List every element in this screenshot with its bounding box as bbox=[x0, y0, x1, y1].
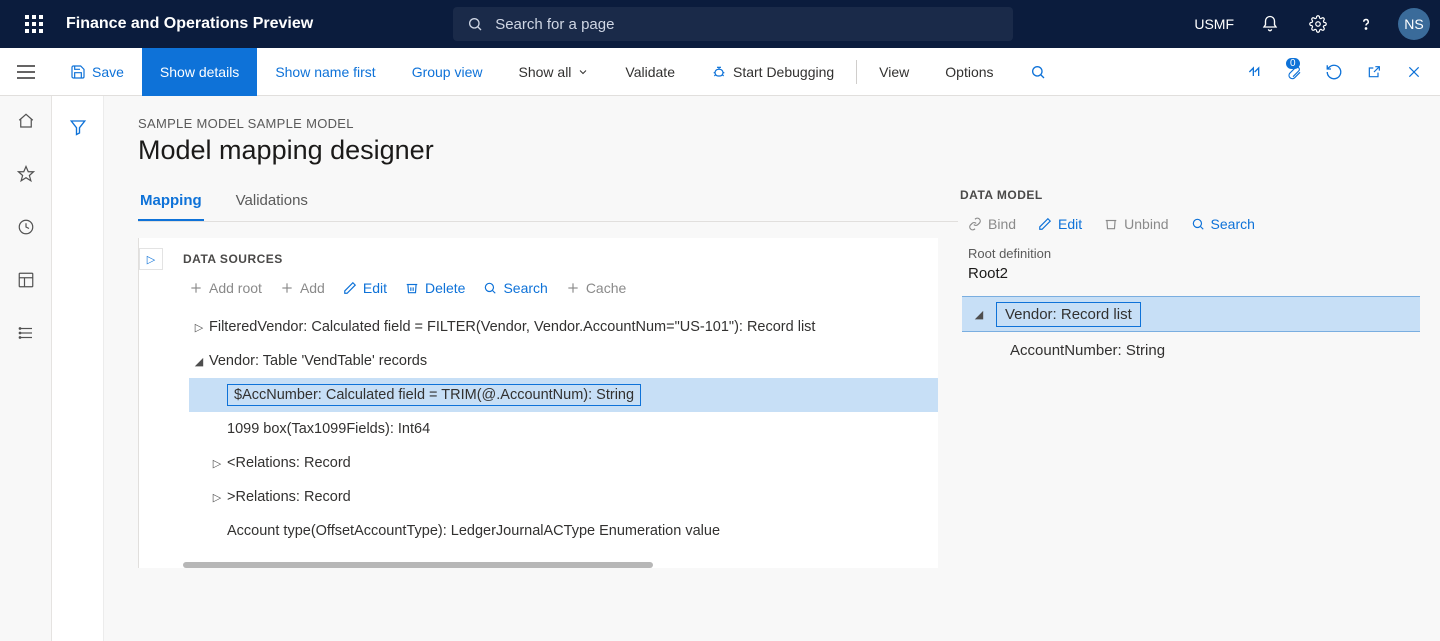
tree-row-1099box[interactable]: 1099 box(Tax1099Fields): Int64 bbox=[189, 412, 938, 446]
bind-button[interactable]: Bind bbox=[968, 216, 1016, 232]
global-search[interactable]: Search for a page bbox=[453, 7, 1013, 41]
home-icon[interactable] bbox=[17, 112, 35, 135]
app-launcher-icon[interactable] bbox=[10, 0, 58, 48]
attachments-badge: 0 bbox=[1286, 58, 1300, 69]
unbind-button[interactable]: Unbind bbox=[1104, 216, 1168, 232]
help-icon[interactable] bbox=[1346, 0, 1386, 48]
pencil-icon bbox=[1038, 217, 1052, 231]
save-icon bbox=[70, 64, 86, 80]
options-menu[interactable]: Options bbox=[927, 48, 1011, 96]
validate-button[interactable]: Validate bbox=[607, 48, 693, 96]
breadcrumb: SAMPLE MODEL SAMPLE MODEL bbox=[138, 116, 1440, 131]
debug-icon bbox=[711, 64, 727, 80]
search-button[interactable]: Search bbox=[483, 280, 547, 296]
data-model-header: DATA MODEL bbox=[960, 188, 1420, 202]
tree-row-relations-lt[interactable]: ▷<Relations: Record bbox=[189, 446, 938, 480]
panel-expand-handle[interactable]: ▷ bbox=[139, 248, 163, 270]
find-button[interactable] bbox=[1012, 48, 1064, 96]
edit-button[interactable]: Edit bbox=[343, 280, 387, 296]
refresh-icon[interactable] bbox=[1314, 52, 1354, 92]
separator bbox=[856, 60, 857, 84]
show-all-dropdown[interactable]: Show all bbox=[501, 48, 608, 96]
trash-icon bbox=[405, 281, 419, 295]
dm-search-button[interactable]: Search bbox=[1191, 216, 1255, 232]
tree-row-relations-gt[interactable]: ▷>Relations: Record bbox=[189, 480, 938, 514]
add-root-button[interactable]: Add root bbox=[189, 280, 262, 296]
settings-icon[interactable] bbox=[1298, 0, 1338, 48]
close-icon[interactable] bbox=[1394, 52, 1434, 92]
company-label[interactable]: USMF bbox=[1194, 16, 1234, 32]
page-title: Model mapping designer bbox=[138, 135, 1440, 166]
user-avatar[interactable]: NS bbox=[1398, 8, 1430, 40]
chevron-down-icon bbox=[577, 66, 589, 78]
search-icon bbox=[483, 281, 497, 295]
pencil-icon bbox=[343, 281, 357, 295]
root-definition-label: Root definition bbox=[968, 246, 1420, 261]
tab-mapping[interactable]: Mapping bbox=[138, 184, 204, 221]
delete-button[interactable]: Delete bbox=[405, 280, 465, 296]
horizontal-scrollbar[interactable] bbox=[183, 562, 653, 568]
root-definition-value[interactable]: Root2 bbox=[968, 265, 1420, 286]
show-details-button[interactable]: Show details bbox=[142, 48, 257, 96]
tree-row-filteredvendor[interactable]: ▷FilteredVendor: Calculated field = FILT… bbox=[189, 310, 938, 344]
tree-row-accnumber[interactable]: $AccNumber: Calculated field = TRIM(@.Ac… bbox=[189, 378, 938, 412]
modules-icon[interactable] bbox=[17, 324, 35, 347]
tree-row-accounttype[interactable]: Account type(OffsetAccountType): LedgerJ… bbox=[189, 514, 938, 548]
add-button[interactable]: Add bbox=[280, 280, 325, 296]
notifications-icon[interactable] bbox=[1250, 0, 1290, 48]
show-all-label: Show all bbox=[519, 64, 572, 80]
cache-button[interactable]: Cache bbox=[566, 280, 626, 296]
link-icon bbox=[968, 217, 982, 231]
tab-validations[interactable]: Validations bbox=[234, 184, 310, 221]
view-menu[interactable]: View bbox=[861, 48, 927, 96]
show-name-first-button[interactable]: Show name first bbox=[257, 48, 393, 96]
start-debugging-label: Start Debugging bbox=[733, 64, 834, 80]
data-sources-header: DATA SOURCES bbox=[139, 238, 938, 276]
search-placeholder: Search for a page bbox=[495, 16, 614, 33]
tree-row-vendor[interactable]: ◢Vendor: Table 'VendTable' records bbox=[189, 344, 938, 378]
app-title: Finance and Operations Preview bbox=[66, 15, 313, 33]
favorites-icon[interactable] bbox=[17, 165, 35, 188]
workspaces-icon[interactable] bbox=[17, 271, 35, 294]
dm-row-accountnumber[interactable]: AccountNumber: String bbox=[962, 332, 1420, 368]
save-label: Save bbox=[92, 64, 124, 80]
nav-toggle-icon[interactable] bbox=[0, 48, 52, 96]
group-view-button[interactable]: Group view bbox=[394, 48, 501, 96]
find-icon bbox=[1030, 64, 1046, 80]
dm-edit-button[interactable]: Edit bbox=[1038, 216, 1082, 232]
dm-row-vendor[interactable]: ◢Vendor: Record list bbox=[962, 296, 1420, 332]
related-info-icon[interactable] bbox=[1234, 52, 1274, 92]
search-icon bbox=[467, 16, 483, 32]
start-debugging-button[interactable]: Start Debugging bbox=[693, 48, 852, 96]
trash-icon bbox=[1104, 217, 1118, 231]
save-button[interactable]: Save bbox=[52, 48, 142, 96]
popout-icon[interactable] bbox=[1354, 52, 1394, 92]
search-icon bbox=[1191, 217, 1205, 231]
recent-icon[interactable] bbox=[17, 218, 35, 241]
filter-icon[interactable] bbox=[69, 118, 87, 641]
attachments-icon[interactable]: 0 bbox=[1274, 52, 1314, 92]
